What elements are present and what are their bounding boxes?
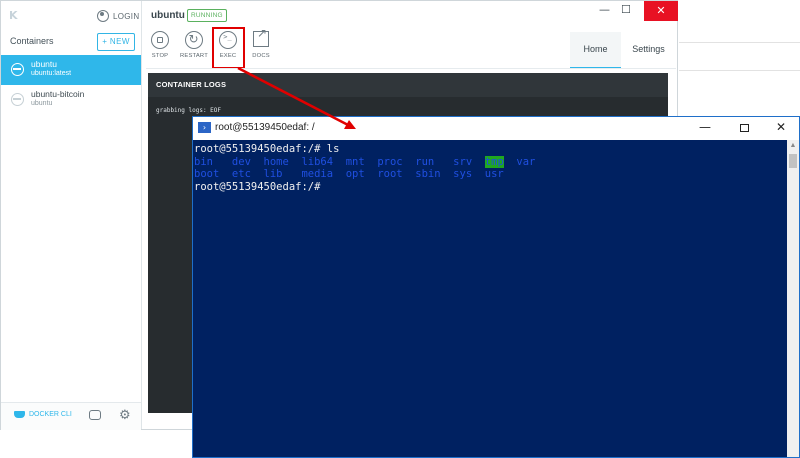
terminal-minimize-button[interactable]: —: [699, 120, 711, 134]
login-button[interactable]: LOGIN: [97, 7, 139, 25]
terminal-title: root@55139450edaf: /: [215, 122, 315, 133]
container-status-icon: [11, 63, 24, 76]
container-image: ubuntu:latest: [31, 70, 72, 77]
external-link-icon: [253, 26, 269, 47]
container-title: ubuntu: [151, 10, 185, 21]
scroll-thumb[interactable]: [789, 154, 797, 168]
background-divider: [679, 42, 800, 43]
background-divider: [679, 70, 800, 71]
terminal-maximize-button[interactable]: [740, 124, 749, 132]
terminal-ls-row: bin dev home lib64 mnt proc run srv tmp …: [194, 155, 787, 169]
ls-entries: var: [503, 155, 536, 168]
ls-entries: bin dev home lib64 mnt proc run srv: [194, 155, 485, 168]
exec-highlight-box: [212, 27, 245, 69]
gear-icon[interactable]: ⚙: [119, 409, 132, 422]
status-badge: RUNNING: [187, 9, 227, 22]
sidebar: K LOGIN Containers + NEW ubuntu ubuntu:l…: [1, 1, 142, 430]
tab-home[interactable]: Home: [570, 32, 621, 69]
terminal-scrollbar[interactable]: ▲: [787, 140, 799, 457]
terminal-window: › root@55139450edaf: / — ✕ root@55139450…: [192, 116, 800, 458]
terminal-output[interactable]: root@55139450edaf:/# ls bin dev home lib…: [193, 140, 787, 457]
restart-icon: ↻: [185, 31, 203, 49]
terminal-command-line: root@55139450edaf:/# ls: [194, 143, 340, 155]
docker-whale-icon: [14, 411, 25, 418]
restart-label: RESTART: [180, 53, 208, 59]
terminal-prompt: root@55139450edaf:/#: [194, 180, 321, 193]
docker-cli-button[interactable]: DOCKER CLI: [14, 411, 72, 418]
maximize-button[interactable]: ☐: [621, 3, 631, 16]
powershell-icon: ›: [198, 122, 211, 133]
close-button[interactable]: ✕: [644, 1, 678, 21]
restart-button[interactable]: ↻ RESTART: [179, 31, 209, 59]
stop-label: STOP: [151, 53, 169, 59]
stop-icon: [151, 31, 169, 49]
sidebar-footer: DOCKER CLI ⚙: [1, 402, 141, 430]
container-name: ubuntu-bitcoin: [31, 89, 85, 99]
minimize-button[interactable]: —: [599, 3, 610, 16]
new-container-button[interactable]: + NEW: [97, 33, 135, 51]
scroll-up-arrow-icon[interactable]: ▲: [789, 142, 797, 150]
container-image: ubuntu: [31, 100, 53, 107]
ls-entry-highlighted: tmp: [484, 155, 504, 168]
docs-button[interactable]: DOCS: [246, 26, 276, 59]
docs-label: DOCS: [252, 53, 270, 59]
tab-settings[interactable]: Settings: [621, 32, 676, 69]
kitematic-logo: K: [9, 9, 18, 22]
container-status-icon: [11, 93, 24, 106]
terminal-titlebar: › root@55139450edaf: / — ✕: [193, 117, 799, 140]
terminal-close-button[interactable]: ✕: [776, 120, 786, 134]
feedback-chat-icon[interactable]: [89, 410, 101, 420]
user-icon: [97, 10, 109, 22]
containers-title: Containers: [10, 36, 54, 46]
container-name: ubuntu: [31, 59, 57, 69]
container-item-ubuntu[interactable]: ubuntu ubuntu:latest: [1, 55, 141, 85]
logs-text: grabbing logs: EOF: [156, 107, 222, 114]
background-window: [679, 0, 800, 130]
docker-cli-label: DOCKER CLI: [29, 411, 72, 418]
stop-button[interactable]: STOP: [145, 31, 175, 59]
terminal-ls-row: boot etc lib media opt root sbin sys usr: [194, 168, 504, 180]
container-item-ubuntu-bitcoin[interactable]: ubuntu-bitcoin ubuntu: [1, 85, 141, 115]
tab-divider: [146, 68, 676, 69]
logs-header: CONTAINER LOGS: [148, 73, 668, 97]
login-label: LOGIN: [113, 11, 140, 21]
